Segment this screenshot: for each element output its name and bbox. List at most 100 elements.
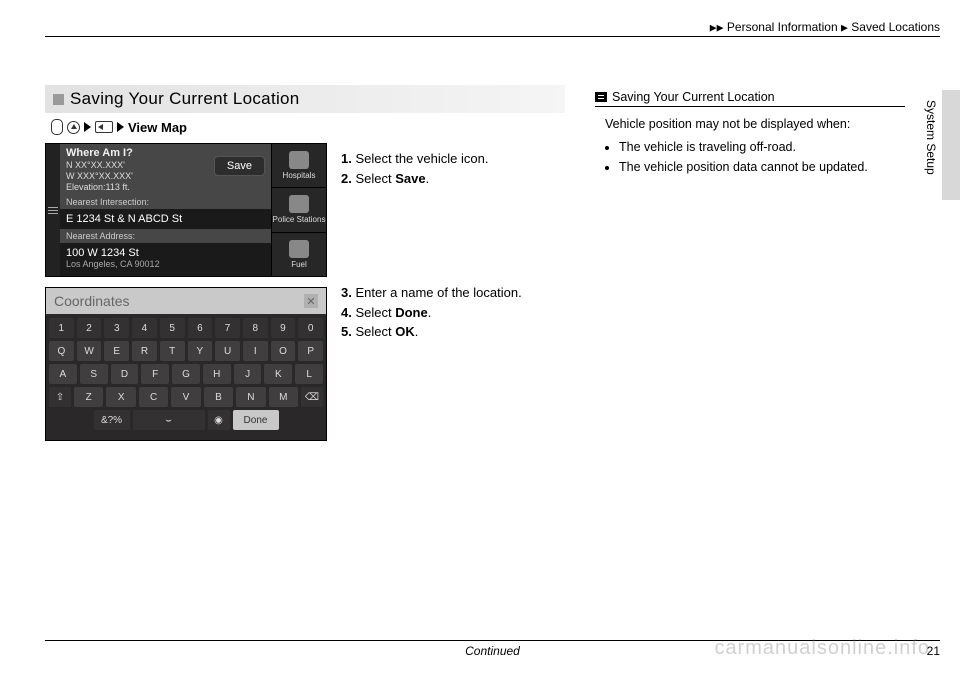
kb-row-3: ⇧ Z X C V B N M ⌫ bbox=[49, 387, 323, 407]
info-sidebar: Saving Your Current Location Vehicle pos… bbox=[595, 90, 905, 177]
key-d[interactable]: D bbox=[111, 364, 139, 384]
key-w[interactable]: W bbox=[77, 341, 102, 361]
key-l[interactable]: L bbox=[295, 364, 323, 384]
key-s[interactable]: S bbox=[80, 364, 108, 384]
side-label-hospitals: Hospitals bbox=[283, 171, 316, 180]
continued-label: Continued bbox=[465, 644, 520, 658]
page-header: ▶▶ Personal Information ▶ Saved Location… bbox=[45, 20, 940, 37]
elevation: Elevation:113 ft. bbox=[66, 182, 265, 193]
done-button[interactable]: Done bbox=[233, 410, 279, 430]
nearest-addr-label: Nearest Address: bbox=[60, 229, 271, 243]
key-2[interactable]: 2 bbox=[77, 318, 102, 338]
step-3: 3. Enter a name of the location. bbox=[341, 283, 565, 303]
police-icon bbox=[289, 195, 309, 213]
key-9[interactable]: 9 bbox=[271, 318, 296, 338]
section-title: Saving Your Current Location bbox=[45, 85, 565, 113]
chevron-right-icon bbox=[117, 122, 124, 132]
key-0[interactable]: 0 bbox=[298, 318, 323, 338]
key-b[interactable]: B bbox=[204, 387, 233, 407]
nav-path: View Map bbox=[45, 119, 565, 143]
step-1: 1. Select the vehicle icon. bbox=[341, 149, 565, 169]
nearest-addr-value: 100 W 1234 St Los Angeles, CA 90012 bbox=[60, 243, 271, 273]
save-button[interactable]: Save bbox=[214, 156, 265, 176]
step-5: 5. Select OK. bbox=[341, 322, 565, 342]
hospital-icon bbox=[289, 151, 309, 169]
key-e[interactable]: E bbox=[104, 341, 129, 361]
info-bullet-2: The vehicle position data cannot be upda… bbox=[619, 158, 905, 177]
kb-row-num: 1 2 3 4 5 6 7 8 9 0 bbox=[49, 318, 323, 338]
watermark: carmanualsonline.info bbox=[714, 637, 930, 660]
key-7[interactable]: 7 bbox=[215, 318, 240, 338]
key-g[interactable]: G bbox=[172, 364, 200, 384]
back-icon bbox=[95, 121, 113, 133]
side-label-fuel: Fuel bbox=[291, 260, 307, 269]
key-6[interactable]: 6 bbox=[188, 318, 213, 338]
name-input[interactable]: Coordinates ✕ bbox=[46, 288, 326, 314]
key-c[interactable]: C bbox=[139, 387, 168, 407]
key-n[interactable]: N bbox=[236, 387, 265, 407]
key-r[interactable]: R bbox=[132, 341, 157, 361]
key-1[interactable]: 1 bbox=[49, 318, 74, 338]
side-section-label: System Setup bbox=[924, 100, 938, 175]
key-8[interactable]: 8 bbox=[243, 318, 268, 338]
hamburger-icon bbox=[48, 207, 58, 214]
key-x[interactable]: X bbox=[106, 387, 135, 407]
key-i[interactable]: I bbox=[243, 341, 268, 361]
info-bullet-1: The vehicle is traveling off-road. bbox=[619, 138, 905, 157]
section-bullet-icon bbox=[53, 94, 64, 105]
keyboard-screen: Coordinates ✕ 1 2 3 4 5 6 7 8 9 0 bbox=[45, 287, 327, 441]
key-v[interactable]: V bbox=[171, 387, 200, 407]
key-shift[interactable]: ⇧ bbox=[49, 387, 71, 407]
key-f[interactable]: F bbox=[141, 364, 169, 384]
info-intro: Vehicle position may not be displayed wh… bbox=[605, 115, 905, 134]
key-u[interactable]: U bbox=[215, 341, 240, 361]
key-t[interactable]: T bbox=[160, 341, 185, 361]
kb-row-2: A S D F G H J K L bbox=[49, 364, 323, 384]
key-q[interactable]: Q bbox=[49, 341, 74, 361]
fuel-icon bbox=[289, 240, 309, 258]
key-m[interactable]: M bbox=[269, 387, 298, 407]
hamburger-strip[interactable] bbox=[46, 144, 60, 276]
crumb-1: Personal Information bbox=[727, 20, 838, 34]
nearest-int-value: E 1234 St & N ABCD St bbox=[60, 209, 271, 229]
crumb-sep-icon: ▶ bbox=[841, 22, 848, 32]
key-z[interactable]: Z bbox=[74, 387, 103, 407]
key-j[interactable]: J bbox=[234, 364, 262, 384]
kb-row-1: Q W E R T Y U I O P bbox=[49, 341, 323, 361]
info-title: Saving Your Current Location bbox=[612, 90, 775, 104]
voice-icon bbox=[51, 119, 63, 135]
step-2: 2. Select Save. bbox=[341, 169, 565, 189]
key-p[interactable]: P bbox=[298, 341, 323, 361]
note-icon bbox=[595, 92, 607, 102]
input-text: Coordinates bbox=[54, 293, 130, 309]
hospitals-button[interactable]: Hospitals bbox=[272, 144, 326, 188]
crumb-marker-icon: ▶▶ bbox=[710, 22, 724, 32]
key-o[interactable]: O bbox=[271, 341, 296, 361]
path-label: View Map bbox=[128, 120, 187, 135]
section-title-text: Saving Your Current Location bbox=[70, 89, 300, 109]
key-y[interactable]: Y bbox=[188, 341, 213, 361]
key-5[interactable]: 5 bbox=[160, 318, 185, 338]
kb-row-4: &?% ⌣ ◉ Done bbox=[49, 410, 323, 430]
fuel-button[interactable]: Fuel bbox=[272, 233, 326, 276]
key-k[interactable]: K bbox=[264, 364, 292, 384]
side-label-police: Police Stations bbox=[273, 215, 326, 224]
clear-icon[interactable]: ✕ bbox=[304, 294, 318, 308]
key-space[interactable]: ⌣ bbox=[133, 410, 205, 430]
police-button[interactable]: Police Stations bbox=[272, 188, 326, 232]
key-a[interactable]: A bbox=[49, 364, 77, 384]
where-am-i-screen: Where Am I? N XX°XX.XXX' W XXX°XX.XXX' E… bbox=[45, 143, 327, 277]
key-3[interactable]: 3 bbox=[104, 318, 129, 338]
key-globe[interactable]: ◉ bbox=[208, 410, 230, 430]
crumb-2: Saved Locations bbox=[851, 20, 940, 34]
addr-line1: 100 W 1234 St bbox=[66, 247, 265, 259]
key-symbols[interactable]: &?% bbox=[94, 410, 130, 430]
addr-line2: Los Angeles, CA 90012 bbox=[66, 259, 265, 269]
key-h[interactable]: H bbox=[203, 364, 231, 384]
home-icon bbox=[67, 121, 80, 134]
step-4: 4. Select Done. bbox=[341, 303, 565, 323]
key-backspace[interactable]: ⌫ bbox=[301, 387, 323, 407]
nearest-int-label: Nearest Intersection: bbox=[60, 195, 271, 209]
chevron-right-icon bbox=[84, 122, 91, 132]
key-4[interactable]: 4 bbox=[132, 318, 157, 338]
